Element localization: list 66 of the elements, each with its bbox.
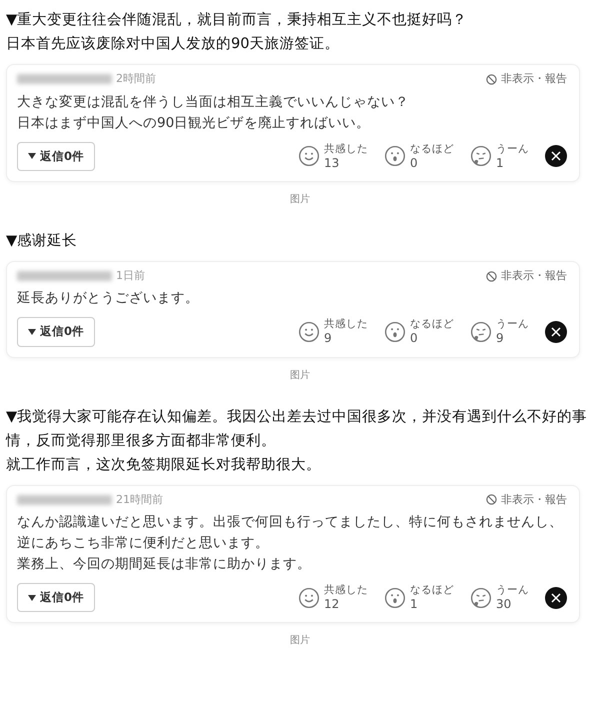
reaction-button[interactable]: なるほど 0 — [384, 318, 454, 346]
timestamp: 21時間前 — [116, 492, 163, 508]
reaction-label: うーん — [496, 584, 529, 598]
replies-button[interactable]: 返信0件 — [17, 317, 96, 346]
x-logo-icon — [551, 592, 561, 603]
thinking-face-icon — [470, 586, 492, 609]
surprised-face-icon — [384, 320, 406, 343]
surprised-face-icon — [384, 145, 406, 168]
smiley-face-icon — [298, 320, 320, 343]
reaction-button[interactable]: なるほど 0 — [384, 142, 454, 170]
reaction-label: 共感した — [324, 318, 368, 332]
reaction-count: 12 — [324, 597, 340, 612]
reaction-label: なるほど — [410, 142, 454, 156]
reaction-button[interactable]: なるほど 1 — [384, 584, 454, 612]
intro-paragraph: ▼重大变更往往会伴随混乱，就目前而言，秉持相互主义不也挺好吗？ 日本首先应该废除对中国人发放的90天旅游签证。 — [6, 10, 468, 54]
reaction-count: 9 — [324, 331, 333, 346]
reaction-button[interactable]: うーん 9 — [470, 318, 529, 346]
image-caption: 图片 — [289, 192, 311, 207]
reaction-count: 1 — [410, 597, 419, 612]
share-x-button[interactable] — [545, 320, 567, 343]
timestamp: 2時間前 — [116, 71, 156, 87]
reaction-label: 共感した — [324, 142, 368, 156]
reaction-count: 30 — [496, 597, 512, 612]
reaction-count: 0 — [410, 156, 419, 170]
share-x-button[interactable] — [545, 586, 567, 609]
intro-paragraph: ▼我觉得大家可能存在认知偏差。我因公出差去过中国很多次，并没有遇到什么不好的事情，反而觉得那里很多方面都非常便利。 就工作而言，这次免签期限延长对我帮助很大。 — [6, 408, 588, 474]
smiley-face-icon — [298, 586, 320, 609]
reaction-button[interactable]: 共感した 12 — [298, 584, 368, 612]
x-logo-icon — [551, 151, 561, 162]
share-x-button[interactable] — [545, 145, 567, 168]
image-caption: 图片 — [289, 634, 311, 648]
smiley-face-icon — [298, 145, 320, 168]
thinking-face-icon — [470, 145, 492, 168]
block-icon — [486, 270, 497, 282]
caret-icon — [28, 153, 36, 160]
reaction-button[interactable]: うーん 1 — [470, 142, 529, 170]
thinking-face-icon — [470, 320, 492, 343]
reaction-label: なるほど — [410, 584, 454, 598]
block-icon — [486, 494, 497, 506]
surprised-face-icon — [384, 586, 406, 609]
reaction-button[interactable]: 共感した 9 — [298, 318, 368, 346]
comment-text: 延長ありがとうございます。 — [17, 289, 200, 308]
comment-text: 大きな変更は混乱を伴うし当面は相互主義でいいんじゃない？ 日本はまず中国人への90日観光ビザを廃止すればいい。 — [17, 92, 410, 132]
hide-report-link[interactable]: 非表示・報告 — [501, 492, 567, 508]
hide-report-link[interactable]: 非表示・報告 — [501, 268, 567, 284]
caret-icon — [28, 594, 36, 601]
reaction-button[interactable]: うーん 30 — [470, 584, 529, 612]
replies-button[interactable]: 返信0件 — [17, 583, 96, 612]
hide-report-link[interactable]: 非表示・報告 — [501, 71, 567, 88]
block-icon — [486, 74, 497, 85]
reaction-label: うーん — [496, 318, 529, 332]
image-caption: 图片 — [289, 368, 311, 382]
timestamp: 1日前 — [116, 268, 145, 284]
reaction-count: 9 — [496, 331, 505, 346]
reaction-count: 1 — [496, 156, 505, 170]
replies-button[interactable]: 返信0件 — [17, 142, 96, 171]
reaction-label: なるほど — [410, 318, 454, 332]
reaction-label: 共感した — [324, 584, 368, 598]
intro-paragraph: ▼感谢延长 — [6, 232, 78, 251]
reaction-count: 13 — [324, 156, 340, 170]
x-logo-icon — [551, 326, 561, 337]
caret-icon — [28, 328, 36, 335]
reaction-button[interactable]: 共感した 13 — [298, 142, 368, 170]
reaction-count: 0 — [410, 331, 419, 346]
comment-text: なんか認識違いだと思います。出張で何回も行ってましたし、特に何もされませんし、 逆にあちこち非常に便利だと思います。 業務上、今回の期間延長は非常に助かります。 — [17, 513, 564, 574]
reaction-label: うーん — [496, 142, 529, 156]
